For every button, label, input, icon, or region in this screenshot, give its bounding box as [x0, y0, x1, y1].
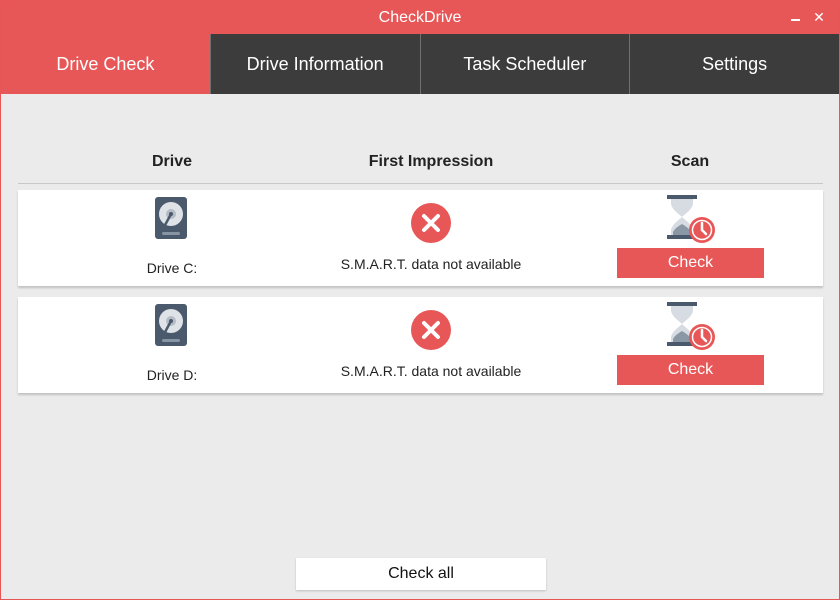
drive-name: Drive D:: [146, 367, 198, 383]
error-icon: [411, 203, 451, 243]
hard-drive-icon: [155, 197, 187, 239]
hourglass-clock-icon: [667, 195, 715, 243]
title-bar[interactable]: CheckDrive ✕: [1, 1, 839, 34]
header-drive: Drive: [151, 153, 193, 170]
first-impression-text: S.M.A.R.T. data not available: [340, 256, 522, 272]
check-button[interactable]: Check: [617, 248, 764, 278]
header-scan: Scan: [670, 153, 710, 170]
tab-bar: Drive Check Drive Information Task Sched…: [1, 34, 839, 94]
check-button[interactable]: Check: [617, 355, 764, 385]
table-header: Drive First Impression Scan: [18, 146, 823, 184]
tab-drive-check[interactable]: Drive Check: [1, 34, 210, 94]
tab-task-scheduler[interactable]: Task Scheduler: [419, 34, 630, 94]
hourglass-clock-icon: [667, 302, 715, 350]
tab-settings[interactable]: Settings: [629, 34, 839, 94]
first-impression-text: S.M.A.R.T. data not available: [340, 363, 522, 379]
close-icon[interactable]: ✕: [809, 1, 829, 34]
table-row: Drive C: S.M.A.R.T. data not available C…: [18, 190, 823, 286]
header-first-impression: First Impression: [368, 153, 494, 170]
tab-drive-information[interactable]: Drive Information: [209, 34, 420, 94]
check-all-button[interactable]: Check all: [296, 558, 546, 590]
table-row: Drive D: S.M.A.R.T. data not available C…: [18, 297, 823, 393]
window-title: CheckDrive: [378, 9, 462, 26]
hard-drive-icon: [155, 304, 187, 346]
app-window: CheckDrive ✕ Drive Check Drive Informati…: [0, 0, 840, 600]
drive-name: Drive C:: [146, 260, 198, 276]
error-icon: [411, 310, 451, 350]
minimize-icon[interactable]: [785, 1, 805, 34]
